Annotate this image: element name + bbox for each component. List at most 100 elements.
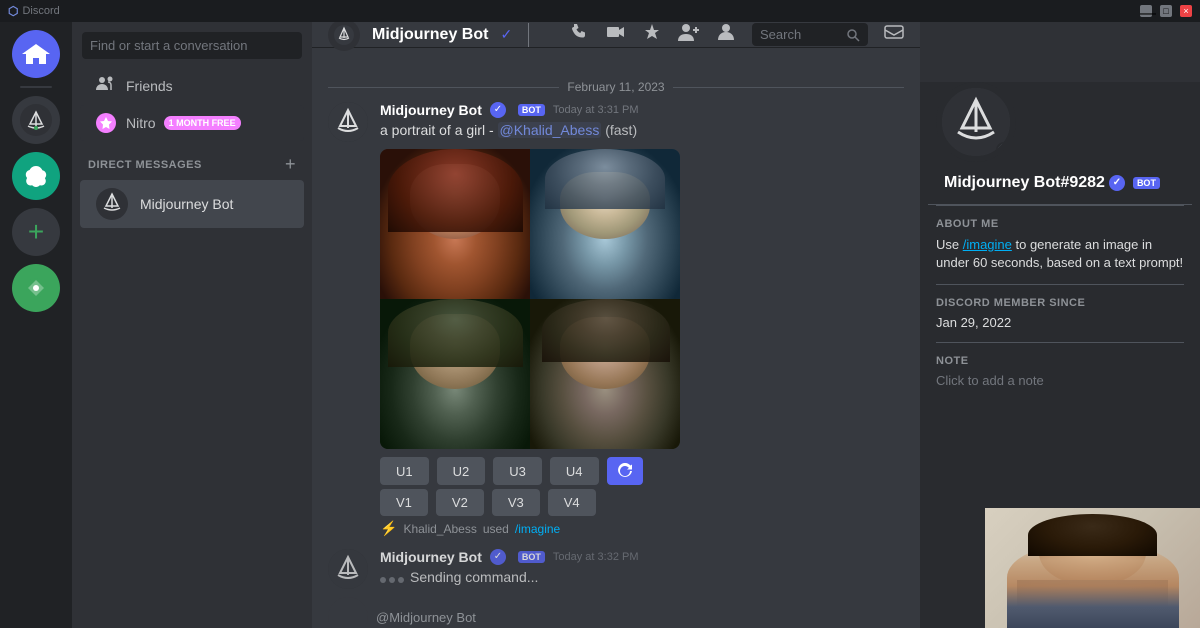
inbox-icon[interactable] bbox=[884, 22, 904, 47]
sending-dots-container: Sending command... bbox=[380, 567, 904, 588]
partial-message-row: @Midjourney Bot bbox=[328, 597, 904, 628]
main-chat-area: Midjourney Bot ✓ bbox=[312, 0, 920, 628]
video-thumbnail bbox=[985, 508, 1200, 628]
channel-sidebar: Friends Nitro 1 MONTH FREE DIRECT MESSAG… bbox=[72, 0, 312, 628]
command-icon: ⚡ bbox=[380, 520, 397, 537]
profile-panel: Midjourney Bot#9282 ✓ BOT ABOUT ME Use /… bbox=[920, 0, 1200, 628]
imagine-highlight: /imagine bbox=[963, 237, 1012, 252]
about-me-title: ABOUT ME bbox=[936, 218, 1184, 230]
friends-icon bbox=[96, 76, 114, 95]
nitro-badge: 1 MONTH FREE bbox=[164, 116, 241, 130]
direct-messages-header: DIRECT MESSAGES + bbox=[72, 142, 312, 179]
header-divider bbox=[528, 23, 529, 47]
search-icon bbox=[846, 28, 860, 42]
search-input[interactable] bbox=[82, 32, 302, 59]
verified-icon: ✓ bbox=[500, 26, 512, 43]
date-divider: February 11, 2023 bbox=[328, 80, 904, 94]
nitro-label: Nitro bbox=[126, 115, 156, 131]
hair-shape bbox=[1028, 514, 1157, 556]
v3-button[interactable]: V3 bbox=[492, 489, 540, 516]
search-bar-container[interactable] bbox=[72, 22, 312, 67]
nitro-nav-item[interactable]: Nitro 1 MONTH FREE bbox=[80, 105, 304, 141]
call-icon[interactable] bbox=[570, 22, 590, 47]
bot-badge-1: BOT bbox=[518, 104, 545, 116]
nitro-icon bbox=[96, 113, 116, 133]
sending-verified: ✓ bbox=[490, 549, 506, 565]
title-text: Discord bbox=[22, 5, 59, 17]
profile-name: Midjourney Bot#9282 ✓ BOT bbox=[944, 174, 1176, 192]
window-controls: — □ × bbox=[1140, 5, 1192, 17]
command-name: /imagine bbox=[515, 522, 560, 536]
sending-avatar bbox=[328, 549, 368, 589]
header-search-input[interactable] bbox=[760, 27, 840, 42]
action-buttons-row1: U1 U2 U3 U4 bbox=[380, 457, 680, 485]
msg-text-content: a portrait of a girl - bbox=[380, 122, 498, 138]
partial-message-text: @Midjourney Bot bbox=[376, 610, 476, 625]
profile-icon[interactable] bbox=[716, 22, 736, 47]
msg-author-1: Midjourney Bot bbox=[380, 102, 482, 118]
chat-messages: February 11, 2023 Midjourney Bot ✓ BOT T… bbox=[312, 48, 920, 628]
channel-avatar bbox=[328, 19, 360, 51]
sending-author: Midjourney Bot bbox=[380, 549, 482, 565]
dm-item-midjourney[interactable]: Midjourney Bot bbox=[80, 180, 304, 228]
u2-button[interactable]: U2 bbox=[437, 457, 486, 485]
dm-name-midjourney: Midjourney Bot bbox=[140, 196, 233, 212]
home-button[interactable] bbox=[12, 30, 60, 78]
image-cell-4 bbox=[530, 299, 680, 449]
msg-header-1: Midjourney Bot ✓ BOT Today at 3:31 PM bbox=[380, 102, 904, 118]
action-buttons-row2: V1 V2 V3 V4 bbox=[380, 489, 680, 516]
command-used-text: used bbox=[483, 522, 509, 536]
v2-button[interactable]: V2 bbox=[436, 489, 484, 516]
msg-content-1: Midjourney Bot ✓ BOT Today at 3:31 PM a … bbox=[380, 102, 904, 516]
msg-avatar-1 bbox=[328, 102, 368, 142]
sending-badge: BOT bbox=[518, 551, 545, 563]
sending-content: Midjourney Bot ✓ BOT Today at 3:32 PM Se… bbox=[380, 549, 904, 588]
channel-name: Midjourney Bot bbox=[372, 26, 488, 44]
image-cell-2 bbox=[530, 149, 680, 299]
pin-icon[interactable] bbox=[642, 22, 662, 47]
u1-button[interactable]: U1 bbox=[380, 457, 429, 485]
profile-bot-badge: BOT bbox=[1133, 177, 1160, 189]
u4-button[interactable]: U4 bbox=[550, 457, 599, 485]
friends-nav-item[interactable]: Friends bbox=[80, 68, 304, 103]
boat-server-icon[interactable] bbox=[12, 96, 60, 144]
add-dm-button[interactable]: + bbox=[285, 154, 296, 175]
dot-3 bbox=[398, 577, 404, 583]
discover-icon[interactable] bbox=[12, 264, 60, 312]
profile-verified-tick: ✓ bbox=[1109, 175, 1125, 191]
v1-button[interactable]: V1 bbox=[380, 489, 428, 516]
used-command: ⚡ Khalid_Abess used /imagine bbox=[380, 520, 904, 537]
add-member-icon[interactable] bbox=[678, 23, 700, 46]
server-separator bbox=[20, 86, 52, 88]
about-me-text: Use /imagine to generate an image in und… bbox=[936, 236, 1184, 272]
v4-button[interactable]: V4 bbox=[548, 489, 596, 516]
u3-button[interactable]: U3 bbox=[493, 457, 542, 485]
sending-header: Midjourney Bot ✓ BOT Today at 3:32 PM bbox=[380, 549, 904, 565]
profile-status-dot bbox=[996, 142, 1012, 158]
message-group-1: Midjourney Bot ✓ BOT Today at 3:31 PM a … bbox=[328, 102, 904, 516]
dm-avatar-midjourney bbox=[96, 188, 128, 220]
note-placeholder[interactable]: Click to add a note bbox=[936, 373, 1184, 388]
sending-text: Sending command... bbox=[410, 567, 538, 588]
header-search-bar[interactable] bbox=[752, 23, 868, 46]
sending-dots bbox=[380, 577, 404, 583]
chatgpt-server-icon[interactable] bbox=[12, 152, 60, 200]
video-icon[interactable] bbox=[606, 22, 626, 47]
sending-message-group: Midjourney Bot ✓ BOT Today at 3:32 PM Se… bbox=[328, 549, 904, 589]
msg-text-1: a portrait of a girl - @Khalid_Abess (fa… bbox=[380, 120, 904, 141]
bot-verified-tick: ✓ bbox=[490, 102, 506, 118]
refresh-button[interactable] bbox=[607, 457, 643, 485]
maximize-btn[interactable]: □ bbox=[1160, 5, 1172, 17]
titlebar: ⬡ Discord — □ × bbox=[0, 0, 1200, 22]
msg-mention: @Khalid_Abess bbox=[498, 122, 602, 138]
server-sidebar: + bbox=[0, 0, 72, 628]
msg-fast-tag: (fast) bbox=[601, 122, 637, 138]
close-btn[interactable]: × bbox=[1180, 5, 1192, 17]
partial-avatar bbox=[328, 597, 368, 628]
profile-avatar-large bbox=[936, 82, 1016, 162]
dot-2 bbox=[389, 577, 395, 583]
minimize-btn[interactable]: — bbox=[1140, 5, 1152, 17]
sending-time: Today at 3:32 PM bbox=[553, 551, 639, 563]
add-server-button[interactable]: + bbox=[12, 208, 60, 256]
about-me-section: ABOUT ME Use /imagine to generate an ima… bbox=[920, 206, 1200, 284]
